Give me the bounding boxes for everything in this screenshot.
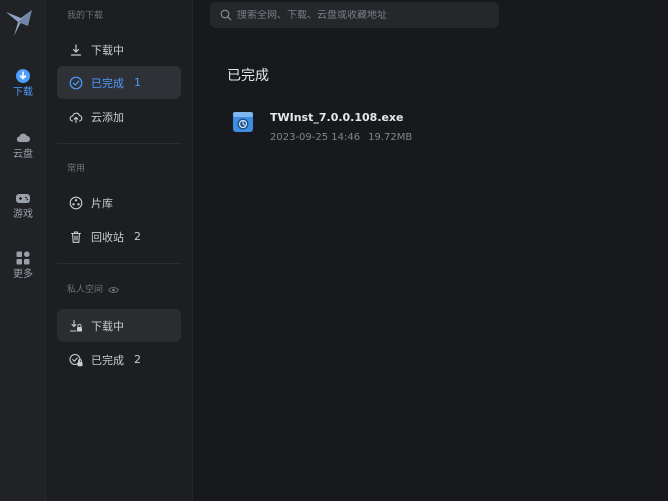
section-title-my-downloads: 我的下载 (67, 11, 104, 21)
locked-check-icon (69, 353, 83, 366)
cloud-icon (16, 133, 30, 142)
divider (57, 143, 181, 144)
installer-icon (233, 112, 253, 132)
nav-item-private-completed[interactable]: 已完成 2 (57, 343, 181, 376)
file-name: TWInst_7.0.0.108.exe (270, 111, 404, 124)
nav-item-label: 片库 (91, 196, 113, 210)
section-title-private: 私人空间 (67, 284, 119, 296)
rail-item-label: 云盘 (13, 149, 33, 160)
nav-item-completed[interactable]: 已完成 1 (57, 66, 181, 99)
nav-item-label: 已完成 (91, 76, 124, 90)
file-row[interactable]: TWInst_7.0.0.108.exe 2023-09-25 14:46 19… (227, 104, 647, 150)
download-sidebar: 我的下载 下载中 已完成 1 云添加 常用 片库 回收站 2 私人空间 下载中 … (46, 0, 193, 501)
grid-icon (16, 251, 30, 265)
eye-icon[interactable] (108, 286, 119, 294)
section-title-common: 常用 (67, 164, 86, 174)
nav-item-label: 回收站 (91, 230, 124, 244)
search-bar[interactable] (210, 2, 499, 28)
locked-download-icon (69, 319, 82, 332)
recycle-count: 2 (134, 230, 141, 243)
file-meta: 2023-09-25 14:46 19.72MB (270, 132, 412, 143)
nav-item-label: 下载中 (91, 319, 124, 333)
nav-item-recycle-bin[interactable]: 回收站 2 (57, 220, 181, 253)
nav-item-private-downloading[interactable]: 下载中 (57, 309, 181, 342)
nav-item-label: 下载中 (91, 43, 124, 57)
rail-item-label: 游戏 (13, 209, 33, 220)
nav-item-cloud-add[interactable]: 云添加 (57, 100, 181, 133)
nav-item-label: 云添加 (91, 110, 124, 124)
download-arrow-icon (70, 43, 82, 56)
main-content: 已完成 TWInst_7.0.0.108.exe 2023-09-25 14:4… (193, 0, 668, 501)
rail-item-label: 更多 (13, 269, 33, 280)
file-date: 2023-09-25 14:46 (270, 132, 361, 143)
private-completed-count: 2 (134, 353, 141, 366)
search-input[interactable] (237, 9, 487, 21)
gamepad-icon (16, 194, 30, 203)
download-icon (16, 69, 30, 83)
rail-item-label: 下载 (13, 87, 33, 98)
file-size: 19.72MB (368, 132, 413, 143)
trash-icon (70, 230, 82, 243)
rail-item-cloud[interactable]: 云盘 (0, 130, 46, 170)
film-reel-icon (69, 196, 83, 209)
nav-item-library[interactable]: 片库 (57, 186, 181, 219)
rail-item-games[interactable]: 游戏 (0, 190, 46, 230)
section-title-label: 私人空间 (67, 285, 104, 295)
page-title: 已完成 (227, 68, 269, 84)
nav-item-downloading[interactable]: 下载中 (57, 33, 181, 66)
completed-count: 1 (134, 76, 141, 89)
search-icon (220, 9, 232, 21)
rail-item-download[interactable]: 下载 (0, 68, 46, 108)
rail-item-more[interactable]: 更多 (0, 250, 46, 290)
cloud-upload-icon (69, 112, 83, 123)
nav-item-label: 已完成 (91, 353, 124, 367)
divider (57, 263, 181, 264)
app-logo (6, 10, 32, 36)
left-rail: 下载 云盘 游戏 更多 (0, 0, 46, 501)
check-circle-icon (69, 76, 83, 89)
